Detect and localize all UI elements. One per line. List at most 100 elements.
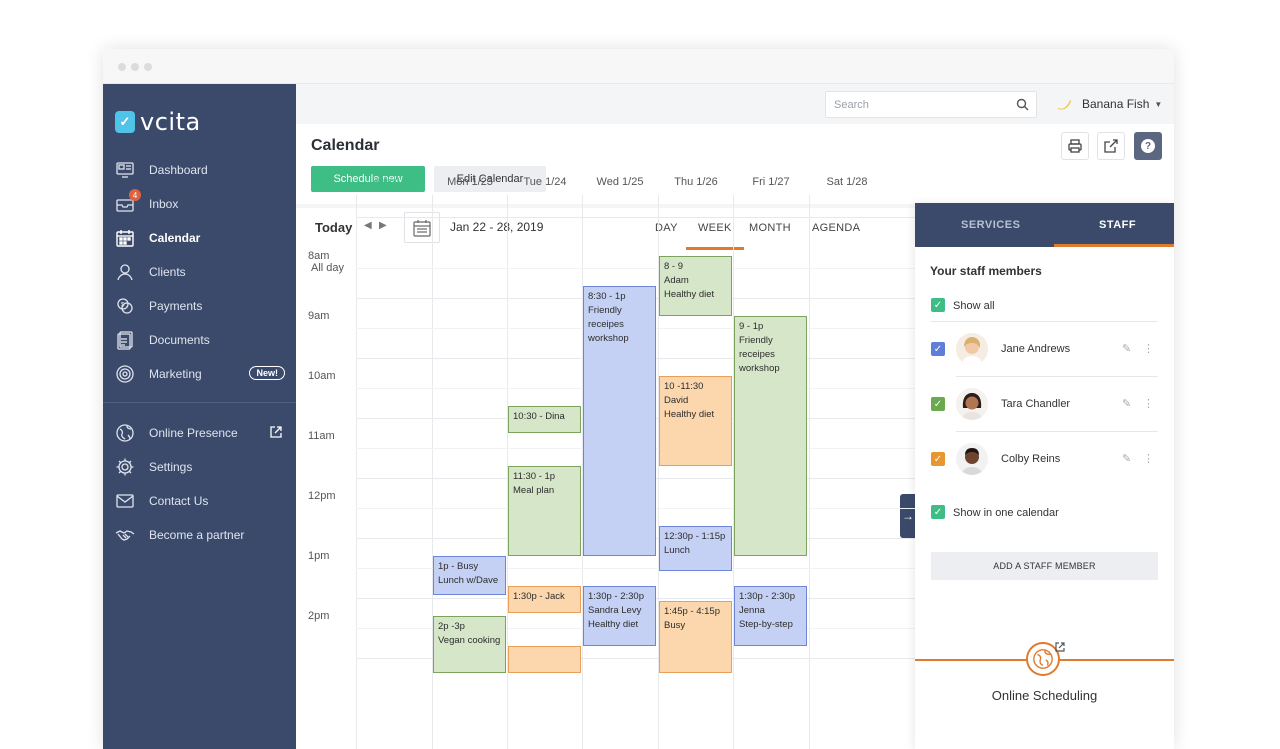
panel-toggle-button[interactable]: → [900,494,916,538]
sidebar-item-calendar[interactable]: Calendar [115,226,285,250]
inbox-icon: 4 [115,189,141,214]
sidebar-item-inbox[interactable]: 4 Inbox [115,189,285,216]
hour-label: 9am [308,310,330,322]
event-text: 10 -11:30 [664,381,704,392]
print-button[interactable] [1061,132,1089,160]
show-in-one-calendar-label: Show in one calendar [953,507,1059,519]
calendar-event[interactable]: 10:30 - Dina [508,406,581,433]
mail-icon [115,491,135,511]
clients-icon [115,262,135,282]
more-options-icon[interactable]: ⋮ [1143,452,1154,465]
today-button[interactable]: Today [315,220,352,235]
sidebar-item-online-presence[interactable]: Online Presence [115,421,285,445]
search-input[interactable]: Search [825,91,1037,118]
hour-label: 8am [308,250,330,262]
chevron-down-icon: ▼ [1154,99,1163,109]
calendar-event[interactable]: 2p -3p Vegan cooking [433,616,506,673]
add-staff-member-button[interactable]: ADD A STAFF MEMBER [931,552,1158,580]
divider [956,376,1158,377]
sidebar-item-become-partner[interactable]: Become a partner [115,523,285,547]
user-menu[interactable]: Banana Fish ▼ [1056,97,1162,111]
day-header[interactable]: Mon 1/23 [432,176,508,188]
external-link-icon[interactable] [1054,640,1066,652]
staff-name: Jane Andrews [1001,343,1071,355]
logo[interactable]: ✓ vcita [115,108,201,136]
calendar-event[interactable]: 1:30p - 2:30p Jenna Step-by-step [734,586,807,646]
event-text: Healthy diet [664,289,715,300]
day-header[interactable]: Wed 1/25 [582,176,658,188]
dashboard-icon [115,160,135,180]
panel-tabs: SERVICES STAFF [915,203,1174,247]
calendar-event[interactable]: 12:30p - 1:15p Lunch [659,526,732,571]
sidebar-item-label: Marketing [149,367,202,381]
staff-checkbox[interactable]: ✓ [931,342,945,356]
event-text: 1:45p - 4:15p [664,606,720,617]
tab-agenda[interactable]: AGENDA [812,222,860,234]
event-text: 9 - 1p [739,321,764,332]
calendar-event[interactable]: 1p - Busy Lunch w/Dave [433,556,506,595]
calendar-event[interactable]: 1:45p - 4:15p Busy [659,601,732,673]
hour-label: 12pm [308,490,336,502]
window-dot [118,63,126,71]
sidebar-item-label: Contact Us [149,494,209,508]
day-header[interactable]: Sat 1/28 [809,176,885,188]
export-button[interactable] [1097,132,1125,160]
calendar-event[interactable] [508,646,581,673]
calendar-event[interactable]: 10 -11:30 David Healthy diet [659,376,732,466]
event-text: receipes [588,319,624,330]
day-header[interactable]: Thu 1/26 [658,176,734,188]
event-text: Healthy diet [588,619,639,630]
calendar-icon [115,228,135,248]
help-button[interactable]: ? [1134,132,1162,160]
calendar-event[interactable]: 8:30 - 1p Friendly receipes workshop [583,286,656,556]
calendar-event[interactable]: 1:30p - 2:30p Sandra Levy Healthy diet [583,586,656,646]
external-link-icon[interactable] [269,425,283,439]
sidebar-item-marketing[interactable]: Marketing New! [115,362,285,386]
search-icon[interactable] [1016,98,1029,111]
day-header[interactable]: Sun 1/22 [356,176,432,188]
avatar [956,333,988,365]
sidebar-item-label: Inbox [149,197,179,211]
staff-checkbox[interactable]: ✓ [931,452,945,466]
more-options-icon[interactable]: ⋮ [1143,397,1154,410]
tab-staff[interactable]: STAFF [1099,219,1136,231]
calendar-event[interactable]: 11:30 - 1p Meal plan [508,466,581,556]
tab-month[interactable]: MONTH [749,222,791,234]
help-icon: ? [1141,139,1155,153]
pencil-icon[interactable]: ✎ [1122,342,1131,355]
pencil-icon[interactable]: ✎ [1122,397,1131,410]
pencil-icon[interactable]: ✎ [1122,452,1131,465]
logo-text: vcita [140,108,201,136]
calendar-event[interactable]: 8 - 9 Adam Healthy diet [659,256,732,316]
prev-week-icon[interactable]: ◀ [364,220,372,231]
event-text: 1:30p - 2:30p [739,591,795,602]
staff-name: Colby Reins [1001,453,1061,465]
banana-avatar-icon [1056,97,1072,111]
next-week-icon[interactable]: ▶ [379,220,387,231]
sidebar-item-contact-us[interactable]: Contact Us [115,489,285,513]
day-header[interactable]: Fri 1/27 [733,176,809,188]
tab-services[interactable]: SERVICES [961,219,1020,231]
calendar-icon [413,219,431,237]
tab-week[interactable]: WEEK [698,222,732,234]
calendar-event[interactable]: 9 - 1p Friendly receipes workshop [734,316,807,556]
page-title: Calendar [311,137,380,154]
show-in-one-calendar-checkbox[interactable]: ✓ [931,505,945,519]
show-all-checkbox[interactable]: ✓ [931,298,945,312]
day-header[interactable]: Tue 1/24 [507,176,583,188]
sidebar-item-label: Calendar [149,231,201,245]
calendar-event[interactable]: 1:30p - Jack [508,586,581,613]
sidebar-item-clients[interactable]: Clients [115,260,285,284]
calendar-grid: All day → Sun 1/22 Mon 1/23 Tue 1/24 Wed 1/… [296,176,916,749]
sidebar-item-settings[interactable]: Settings [115,455,285,479]
staff-checkbox[interactable]: ✓ [931,397,945,411]
sidebar-item-payments[interactable]: $ Payments [115,294,285,318]
gear-icon [115,457,135,477]
more-options-icon[interactable]: ⋮ [1143,342,1154,355]
inbox-badge: 4 [129,189,141,201]
avatar [956,388,988,420]
sidebar-item-documents[interactable]: Documents [115,328,285,352]
sidebar-item-label: Clients [149,265,186,279]
sidebar-item-dashboard[interactable]: Dashboard [115,158,285,182]
staff-name: Tara Chandler [1001,398,1071,410]
